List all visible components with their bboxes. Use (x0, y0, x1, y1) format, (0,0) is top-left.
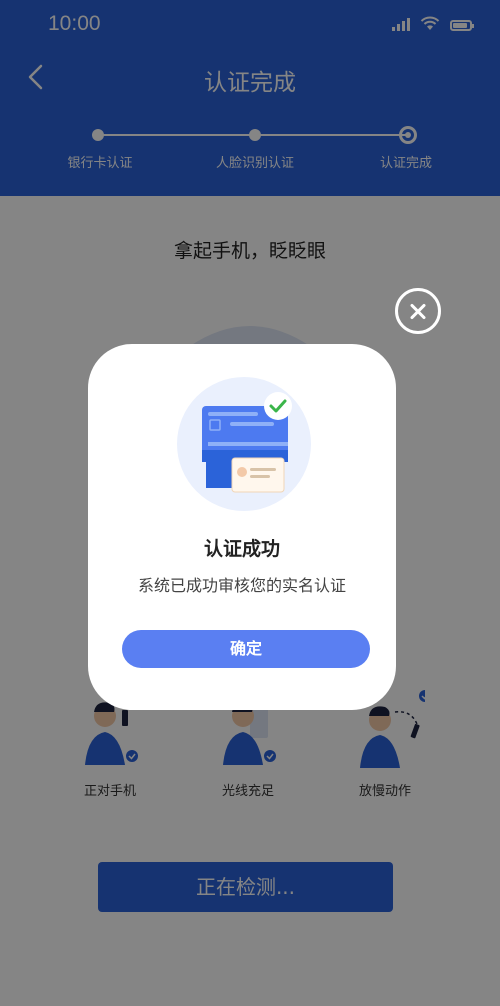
screen: 10:00 认证完成 银行卡认证 人脸识别认证 认证完成 拿起手机，眨眨眼 正对… (0, 0, 500, 1006)
success-dialog: 认证成功 系统已成功审核您的实名认证 确定 (88, 344, 396, 710)
dialog-title: 认证成功 (203, 538, 280, 560)
dialog-message: 系统已成功审核您的实名认证 (137, 576, 346, 595)
close-icon[interactable] (395, 288, 441, 334)
verified-card-icon (177, 377, 311, 511)
confirm-button[interactable]: 确定 (122, 630, 370, 668)
